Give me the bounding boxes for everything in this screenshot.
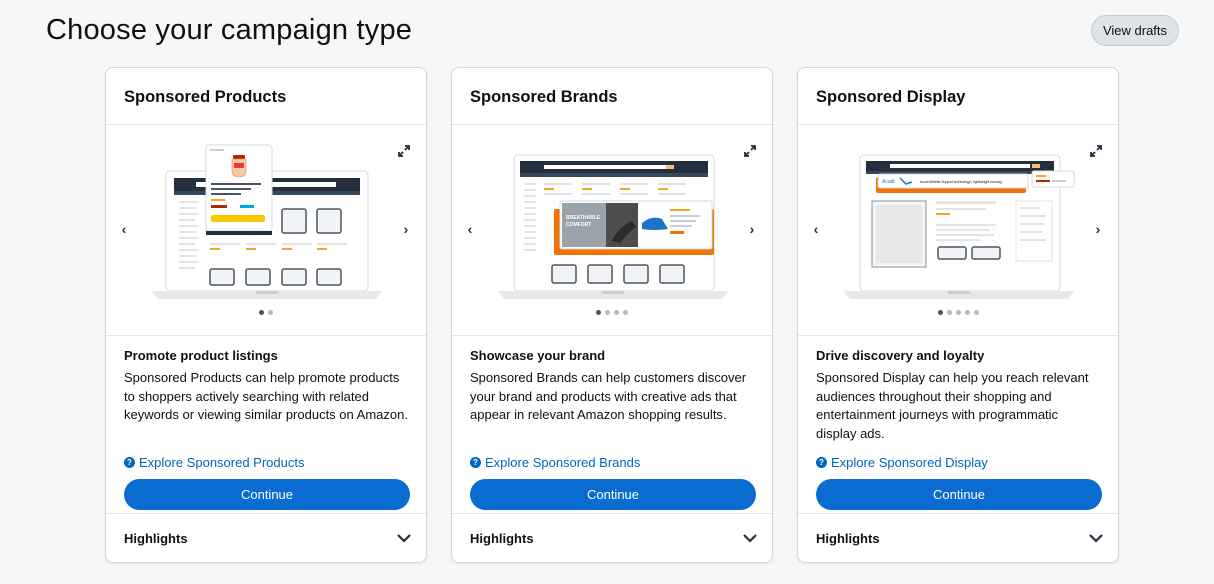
carousel-dot[interactable] — [973, 310, 979, 315]
highlights-toggle[interactable]: Highlights — [452, 513, 772, 562]
carousel-dot[interactable] — [596, 310, 601, 315]
carousel-dot[interactable] — [259, 310, 264, 315]
display-ad-text: Acadi Athletic Support technology | ligh… — [920, 180, 1002, 184]
carousel-dot[interactable] — [268, 310, 273, 315]
card-title: Sponsored Products — [106, 68, 426, 125]
explore-link-label[interactable]: Explore Sponsored Display — [831, 455, 988, 470]
explore-link-label[interactable]: Explore Sponsored Brands — [485, 455, 640, 470]
campaign-card-sponsored-brands: Sponsored Brands ‹ › BREATHABLE COMFORT … — [451, 67, 773, 563]
campaign-card-sponsored-display: Sponsored Display ‹ › Acadi Acadi Athlet… — [797, 67, 1119, 563]
explore-link[interactable]: ? Explore Sponsored Brands — [470, 455, 754, 470]
carousel-dot[interactable] — [623, 310, 628, 315]
card-title: Sponsored Brands — [452, 68, 772, 125]
carousel-dot[interactable] — [937, 310, 943, 315]
help-icon: ? — [470, 457, 481, 468]
card-title: Sponsored Display — [798, 68, 1118, 125]
carousel-prev-icon[interactable]: ‹ — [117, 222, 131, 236]
chevron-down-icon[interactable] — [742, 533, 758, 543]
explore-link[interactable]: ? Explore Sponsored Display — [816, 455, 1100, 470]
highlights-toggle[interactable]: Highlights — [106, 513, 426, 562]
chevron-down-icon[interactable] — [1088, 533, 1104, 543]
highlights-label: Highlights — [470, 530, 534, 546]
carousel-prev-icon[interactable]: ‹ — [463, 222, 477, 236]
sponsored-brands-illustration: BREATHABLE COMFORT — [498, 154, 728, 299]
continue-button[interactable]: Continue — [124, 479, 410, 510]
carousel-next-icon[interactable]: › — [745, 222, 759, 236]
help-icon: ? — [124, 457, 135, 468]
chevron-down-icon[interactable] — [396, 533, 412, 543]
page-title: Choose your campaign type — [46, 14, 413, 46]
card-description: Sponsored Display can help you reach rel… — [816, 370, 1089, 441]
campaign-card-sponsored-products: Sponsored Products ‹ › Promote product l… — [105, 67, 427, 563]
carousel-dot[interactable] — [964, 310, 970, 315]
expand-icon[interactable] — [1090, 145, 1102, 157]
carousel-dots — [452, 310, 772, 315]
carousel-prev-icon[interactable]: ‹ — [809, 222, 823, 236]
explore-link[interactable]: ? Explore Sponsored Products — [124, 455, 408, 470]
highlights-label: Highlights — [816, 530, 880, 546]
sponsored-display-illustration: Acadi Acadi Athletic Support technology … — [844, 154, 1075, 299]
carousel-dot[interactable] — [946, 310, 952, 315]
continue-button[interactable]: Continue — [470, 479, 756, 510]
banner-text-2: COMFORT — [566, 222, 591, 228]
highlights-toggle[interactable]: Highlights — [798, 513, 1118, 562]
explore-link-label[interactable]: Explore Sponsored Products — [139, 455, 304, 470]
carousel-dot[interactable] — [955, 310, 961, 315]
expand-icon[interactable] — [398, 145, 410, 157]
display-ad-brand: Acadi — [882, 179, 895, 185]
preview-carousel: ‹ › Acadi Acadi Athletic Support technol… — [798, 125, 1118, 336]
preview-carousel: ‹ › — [106, 125, 426, 336]
carousel-dots — [106, 310, 426, 315]
carousel-next-icon[interactable]: › — [1091, 222, 1105, 236]
view-drafts-button[interactable]: View drafts — [1091, 15, 1179, 46]
card-subtitle: Drive discovery and loyalty — [816, 348, 985, 363]
carousel-dot[interactable] — [614, 310, 619, 315]
help-icon: ? — [816, 457, 827, 468]
sponsored-products-illustration — [152, 144, 382, 299]
card-subtitle: Showcase your brand — [470, 348, 606, 363]
banner-text: BREATHABLE — [566, 215, 601, 221]
expand-icon[interactable] — [744, 145, 756, 157]
card-description: Sponsored Brands can help customers disc… — [470, 370, 747, 422]
carousel-next-icon[interactable]: › — [399, 222, 413, 236]
carousel-dot[interactable] — [605, 310, 610, 315]
card-subtitle: Promote product listings — [124, 348, 278, 363]
continue-button[interactable]: Continue — [816, 479, 1102, 510]
preview-carousel: ‹ › BREATHABLE COMFORT — [452, 125, 772, 336]
highlights-label: Highlights — [124, 530, 188, 546]
carousel-dots — [798, 310, 1118, 315]
card-description: Sponsored Products can help promote prod… — [124, 370, 408, 422]
